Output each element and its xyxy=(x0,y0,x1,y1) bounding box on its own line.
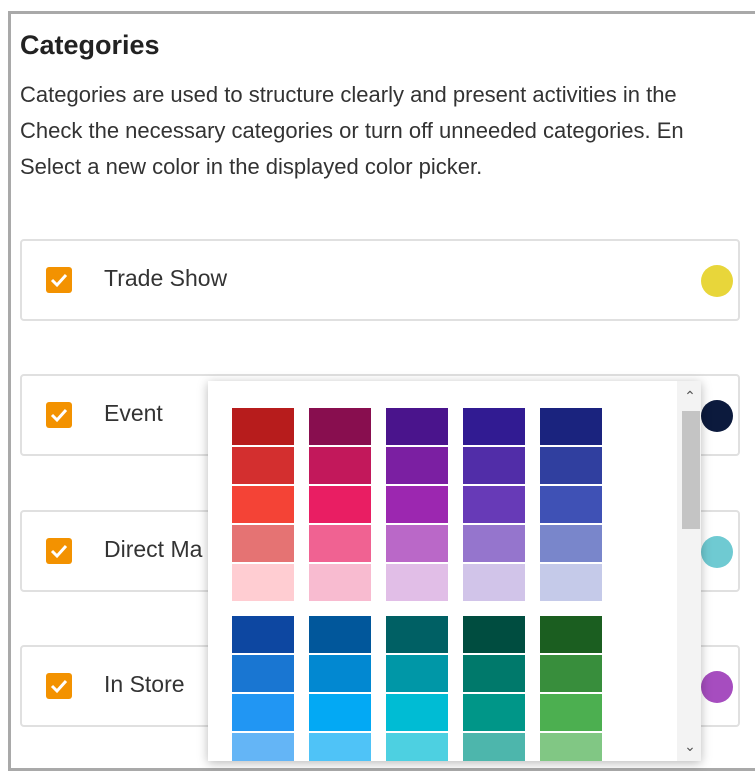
color-swatch[interactable] xyxy=(386,447,448,484)
scroll-thumb[interactable] xyxy=(682,411,700,529)
category-label: In Store xyxy=(104,671,185,697)
color-swatch[interactable] xyxy=(309,564,371,601)
color-swatch[interactable] xyxy=(540,655,602,692)
color-swatch[interactable] xyxy=(309,525,371,562)
color-swatch[interactable] xyxy=(463,564,525,601)
color-dot[interactable] xyxy=(701,400,733,432)
swatch-column xyxy=(463,408,525,603)
color-swatch[interactable] xyxy=(232,564,294,601)
color-picker-popup: ⌃ ⌄ xyxy=(208,381,701,761)
checkmark-icon xyxy=(50,679,68,694)
color-swatch[interactable] xyxy=(232,525,294,562)
color-swatch[interactable] xyxy=(386,655,448,692)
checkmark-icon xyxy=(50,273,68,288)
color-swatch[interactable] xyxy=(386,616,448,653)
color-dot[interactable] xyxy=(701,536,733,568)
description-line-2: Check the necessary categories or turn o… xyxy=(20,118,684,143)
description-line-3: Select a new color in the displayed colo… xyxy=(20,154,483,179)
color-swatch[interactable] xyxy=(232,408,294,445)
color-swatch[interactable] xyxy=(309,486,371,523)
category-checkbox[interactable] xyxy=(46,673,72,699)
color-swatch[interactable] xyxy=(463,525,525,562)
color-swatch[interactable] xyxy=(463,486,525,523)
category-checkbox[interactable] xyxy=(46,267,72,293)
category-row-trade-show[interactable]: Trade Show xyxy=(20,239,740,321)
color-dot[interactable] xyxy=(701,671,733,703)
description-line-1: Categories are used to structure clearly… xyxy=(20,82,677,107)
color-swatch[interactable] xyxy=(540,694,602,731)
category-label: Event xyxy=(104,400,163,426)
color-swatch[interactable] xyxy=(309,733,371,761)
color-swatch[interactable] xyxy=(386,525,448,562)
color-swatch[interactable] xyxy=(232,616,294,653)
color-swatch[interactable] xyxy=(540,408,602,445)
swatch-column xyxy=(309,616,371,761)
color-swatch[interactable] xyxy=(463,616,525,653)
color-swatch[interactable] xyxy=(309,616,371,653)
section-title: Categories xyxy=(20,30,160,60)
chevron-down-icon[interactable]: ⌄ xyxy=(682,739,698,753)
color-swatch[interactable] xyxy=(232,733,294,761)
color-swatch[interactable] xyxy=(540,525,602,562)
color-swatch[interactable] xyxy=(386,486,448,523)
swatch-column xyxy=(540,408,602,603)
color-dot[interactable] xyxy=(701,265,733,297)
color-swatch[interactable] xyxy=(386,408,448,445)
swatch-column xyxy=(386,616,448,761)
checkmark-icon xyxy=(50,544,68,559)
category-label: Trade Show xyxy=(104,265,228,291)
color-swatch[interactable] xyxy=(463,733,525,761)
picker-scrollbar[interactable]: ⌃ ⌄ xyxy=(677,381,701,761)
swatch-column xyxy=(232,408,294,603)
color-swatch[interactable] xyxy=(309,447,371,484)
color-swatch[interactable] xyxy=(540,564,602,601)
color-swatch[interactable] xyxy=(232,655,294,692)
color-swatch[interactable] xyxy=(463,447,525,484)
color-swatch[interactable] xyxy=(386,564,448,601)
color-swatch[interactable] xyxy=(463,408,525,445)
checkmark-icon xyxy=(50,408,68,423)
category-checkbox[interactable] xyxy=(46,402,72,428)
color-swatch[interactable] xyxy=(232,447,294,484)
color-swatch[interactable] xyxy=(386,733,448,761)
color-swatch[interactable] xyxy=(232,694,294,731)
color-swatch[interactable] xyxy=(463,655,525,692)
color-swatch[interactable] xyxy=(540,486,602,523)
color-swatch[interactable] xyxy=(386,694,448,731)
color-swatch[interactable] xyxy=(540,733,602,761)
color-swatch[interactable] xyxy=(309,408,371,445)
category-label: Direct Ma xyxy=(104,536,203,562)
color-swatch[interactable] xyxy=(540,616,602,653)
swatch-column xyxy=(386,408,448,603)
swatch-column xyxy=(232,616,294,761)
chevron-up-icon[interactable]: ⌃ xyxy=(682,389,698,403)
swatch-column xyxy=(463,616,525,761)
swatch-column xyxy=(309,408,371,603)
color-swatch[interactable] xyxy=(309,694,371,731)
swatch-column xyxy=(540,616,602,761)
category-checkbox[interactable] xyxy=(46,538,72,564)
color-swatch[interactable] xyxy=(232,486,294,523)
color-swatch[interactable] xyxy=(309,655,371,692)
color-swatch[interactable] xyxy=(463,694,525,731)
color-swatch[interactable] xyxy=(540,447,602,484)
